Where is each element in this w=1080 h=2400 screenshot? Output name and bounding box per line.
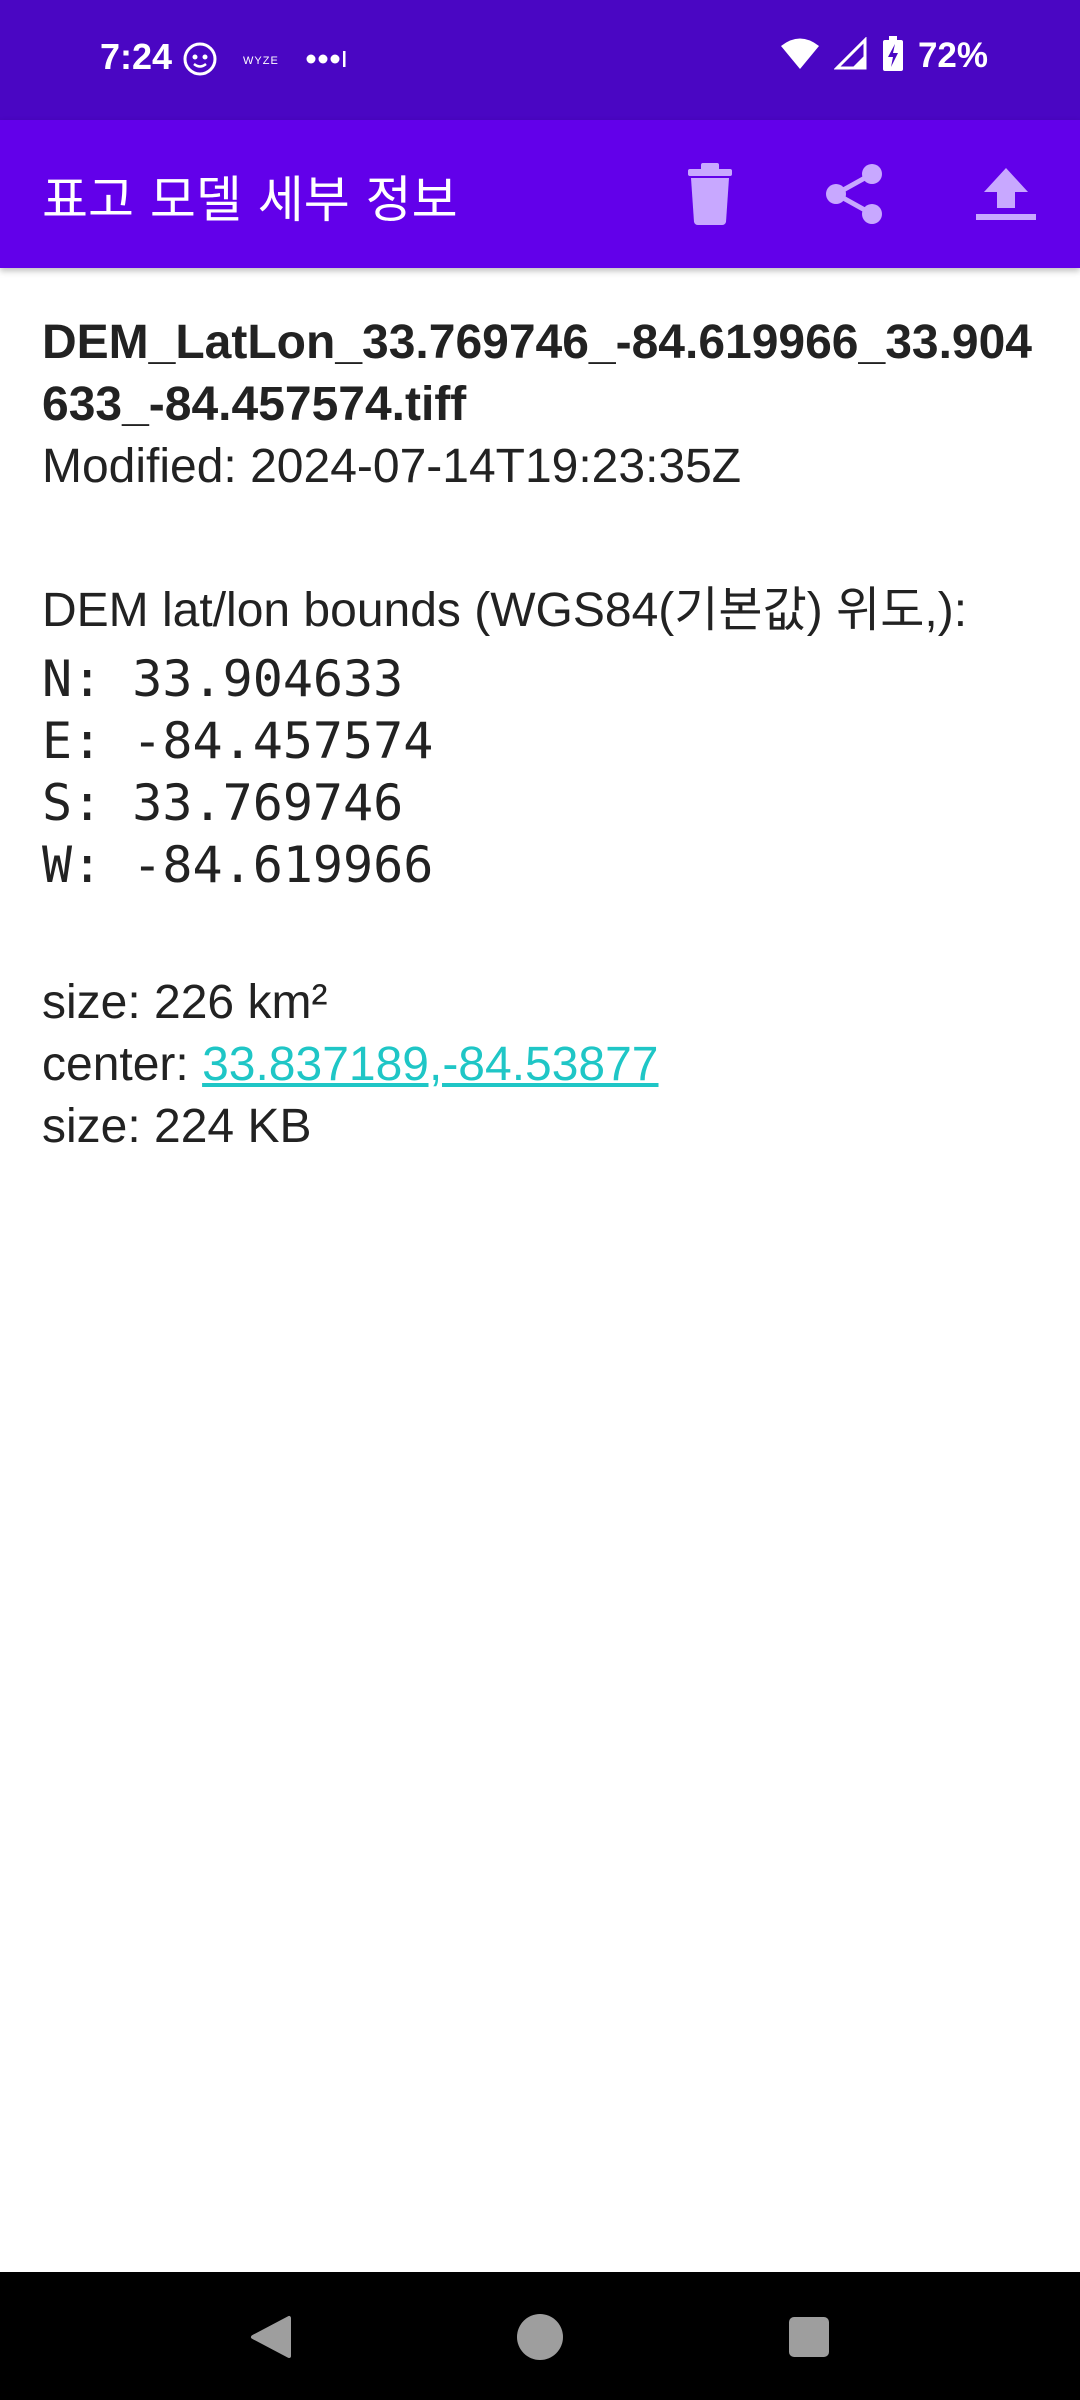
home-button[interactable] [505, 2302, 575, 2372]
center-row: center: 33.837189,-84.53877 [42, 1034, 1042, 1096]
bound-north: N: 33.904633 [42, 650, 404, 708]
recents-icon [789, 2317, 829, 2357]
home-icon [517, 2314, 563, 2360]
upload-button[interactable] [966, 154, 1046, 234]
center-coordinates-link[interactable]: 33.837189,-84.53877 [202, 1038, 658, 1091]
delete-icon [688, 163, 732, 225]
modified-date: Modified: 2024-07-14T19:23:35Z [42, 440, 742, 493]
signal-icon [833, 36, 868, 75]
bound-west: W: -84.619966 [42, 836, 434, 894]
battery-charging-icon [882, 36, 904, 76]
wyze-icon: WYZE [243, 55, 279, 67]
face-icon [183, 42, 217, 80]
status-system-icons: 72% [780, 36, 988, 76]
file-size: size: 224 KB [42, 1100, 312, 1153]
delete-button[interactable] [670, 154, 750, 234]
file-name: DEM_LatLon_33.769746_-84.619966_33.90463… [42, 316, 1032, 431]
share-button[interactable] [814, 154, 894, 234]
more-dots-icon [305, 49, 347, 73]
back-icon [251, 2316, 291, 2358]
back-button[interactable] [235, 2302, 305, 2372]
status-notification-icons: WYZE [183, 42, 347, 80]
bound-east: E: -84.457574 [42, 712, 434, 770]
status-bar: 7:24 WYZE 72% [0, 0, 1080, 120]
upload-icon [976, 168, 1036, 220]
dem-details: DEM_LatLon_33.769746_-84.619966_33.90463… [42, 312, 1042, 1158]
app-bar: 표고 모델 세부 정보 [0, 120, 1080, 268]
navigation-bar [0, 2272, 1080, 2400]
share-icon [826, 164, 882, 224]
bounds-header: DEM lat/lon bounds (WGS84(기본값) 위도,): [42, 584, 968, 637]
area-size: size: 226 km² [42, 976, 328, 1029]
page-title: 표고 모델 세부 정보 [42, 171, 458, 229]
center-label: center: [42, 1038, 203, 1091]
bound-south: S: 33.769746 [42, 774, 404, 832]
status-time: 7:24 [100, 36, 173, 77]
battery-percent: 72% [917, 36, 988, 75]
recents-button[interactable] [774, 2302, 844, 2372]
wifi-icon [780, 37, 820, 75]
